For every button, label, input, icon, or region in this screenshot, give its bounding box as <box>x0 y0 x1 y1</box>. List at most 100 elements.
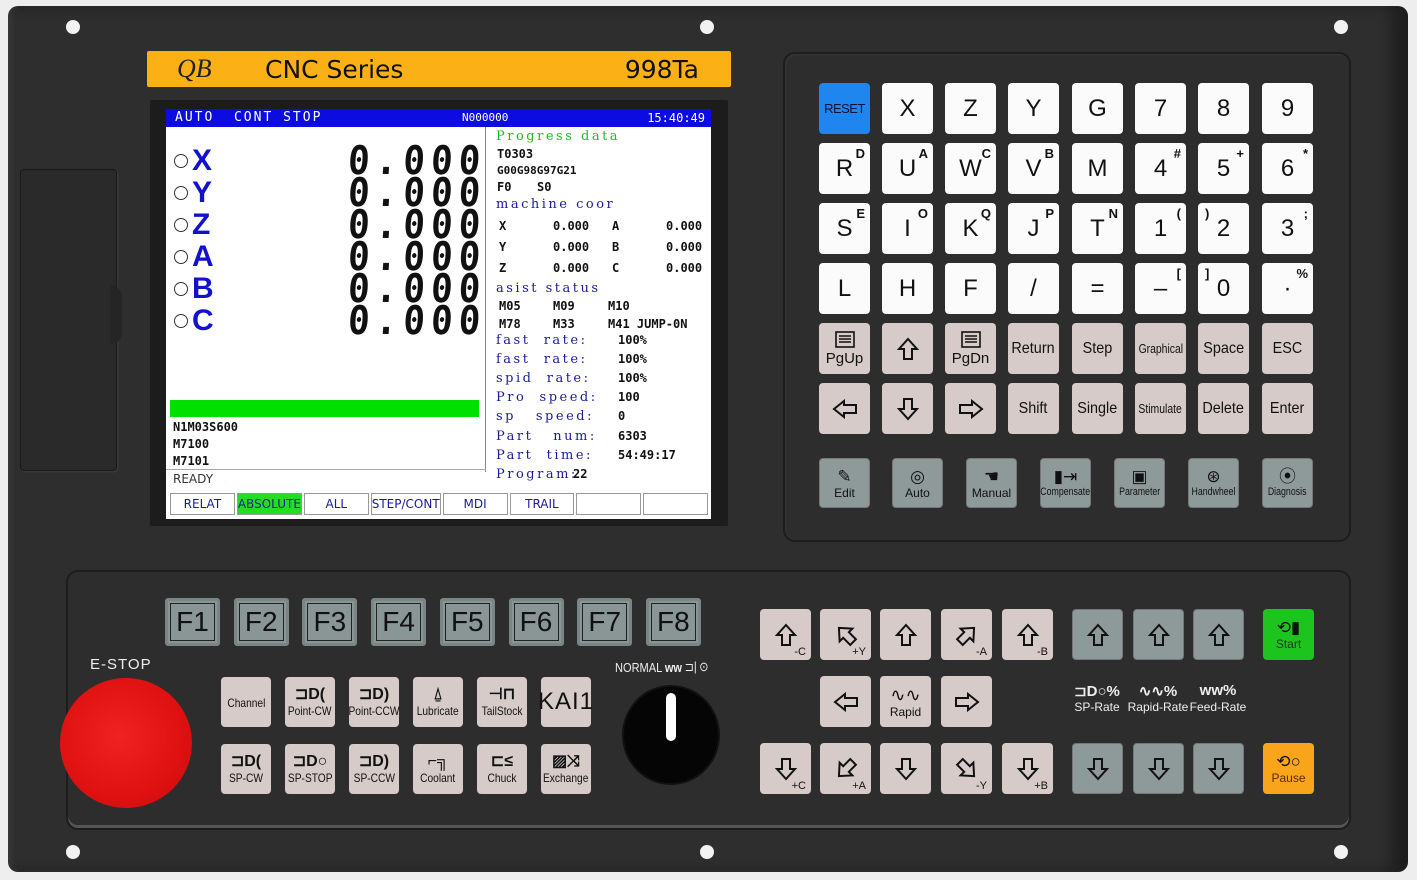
softkey-absolute[interactable]: ABSOLUTE <box>236 493 302 515</box>
rate-down-rapid-rate[interactable] <box>1133 743 1184 794</box>
rate-up-rapid-rate[interactable] <box>1133 609 1184 660</box>
key-return[interactable]: Return <box>1008 323 1059 374</box>
jog-up-y[interactable]: +Y <box>820 609 871 660</box>
key-sym[interactable]: ·% <box>1262 263 1313 314</box>
jog-down-y[interactable]: -Y <box>941 743 992 794</box>
key-f2[interactable]: F2 <box>233 598 289 646</box>
cycle-pause-button[interactable]: ⟲○ Pause <box>1263 743 1314 794</box>
key-sp-cw[interactable]: ⊐D(SP-CW <box>221 744 271 794</box>
key-r[interactable]: RD <box>819 143 870 194</box>
key-j[interactable]: JP <box>1008 203 1059 254</box>
key-4[interactable]: 4 # <box>1135 143 1186 194</box>
rate-down-sp-rate[interactable] <box>1072 743 1123 794</box>
key-f5[interactable]: F5 <box>439 598 495 646</box>
softkey-trail[interactable]: TRAIL <box>509 493 575 515</box>
key-f6[interactable]: F6 <box>508 598 564 646</box>
key-graphical[interactable]: Graphical <box>1135 323 1186 374</box>
key-2[interactable]: 2) <box>1198 203 1249 254</box>
key-right-arrow[interactable] <box>945 383 996 434</box>
key-m[interactable]: M <box>1072 143 1123 194</box>
key-f[interactable]: F <box>945 263 996 314</box>
key-point-ccw[interactable]: ⊐D) Point-CCW <box>349 677 400 727</box>
softkey-relat[interactable]: RELAT <box>170 493 235 515</box>
key-6[interactable]: 6 * <box>1262 143 1313 194</box>
jog-right[interactable] <box>941 676 992 727</box>
key-delete[interactable]: Delete <box>1198 383 1249 434</box>
key-pgdn[interactable]: PgDn <box>945 323 996 374</box>
rate-up-feed-rate[interactable] <box>1193 609 1244 660</box>
cycle-start-button[interactable]: ⟲▮ Start <box>1263 609 1314 660</box>
side-usb-cover[interactable] <box>20 169 122 471</box>
jog-down-a[interactable]: +A <box>820 743 871 794</box>
key-8[interactable]: 8 <box>1198 83 1249 134</box>
key-pgup[interactable]: PgUp <box>819 323 870 374</box>
rate-up-sp-rate[interactable] <box>1072 609 1123 660</box>
key-tailstock[interactable]: ⊣⊓ TailStock <box>477 677 527 727</box>
rate-down-feed-rate[interactable] <box>1193 743 1244 794</box>
key-coolant[interactable]: ⌐╗ Coolant <box>413 744 463 794</box>
key-f7[interactable]: F7 <box>577 598 633 646</box>
key-left-arrow[interactable] <box>819 383 870 434</box>
reset-button[interactable]: RESET <box>819 83 870 134</box>
key-chuck[interactable]: ⊏≤ Chuck <box>477 744 527 794</box>
key-0[interactable]: 0] <box>1198 263 1249 314</box>
mode-diagnosis[interactable]: ⦿ Diagnosis <box>1262 458 1313 508</box>
mode-auto[interactable]: ◎ Auto <box>892 458 943 508</box>
key-f1[interactable]: F1 <box>165 598 220 646</box>
key-w[interactable]: WC <box>945 143 996 194</box>
key-channel[interactable]: Channel <box>221 677 271 727</box>
rapid-button[interactable]: ∿∿ Rapid <box>880 676 931 727</box>
key-down-arrow[interactable] <box>882 383 933 434</box>
key-sym[interactable]: –[ <box>1135 263 1186 314</box>
key-f3[interactable]: F3 <box>302 598 358 646</box>
key-enter[interactable]: Enter <box>1262 383 1313 434</box>
key-1[interactable]: 1( <box>1135 203 1186 254</box>
key-sym[interactable]: = <box>1072 263 1123 314</box>
key-space[interactable]: Space <box>1198 323 1249 374</box>
key-single[interactable]: Single <box>1072 383 1123 434</box>
key-7[interactable]: 7 <box>1135 83 1186 134</box>
key-g[interactable]: G <box>1072 83 1123 134</box>
jog-up-c[interactable]: -C <box>760 609 811 660</box>
key-3[interactable]: 3; <box>1262 203 1313 254</box>
softkey-all[interactable]: ALL <box>303 493 369 515</box>
emergency-stop-button[interactable] <box>60 678 192 808</box>
key-sp-ccw[interactable]: ⊐D) SP-CCW <box>349 744 399 794</box>
softkey-empty[interactable] <box>643 493 708 515</box>
key-shift[interactable]: Shift <box>1008 383 1059 434</box>
key-x[interactable]: X <box>882 83 933 134</box>
key-f8[interactable]: F8 <box>645 598 701 646</box>
key-u[interactable]: UA <box>882 143 933 194</box>
key-stimulate[interactable]: Stimulate <box>1135 383 1186 434</box>
jog-down-c[interactable]: +C <box>760 743 811 794</box>
key-exchange[interactable]: ▨⤨ Exchange <box>541 744 591 794</box>
mode-manual[interactable]: ☚ Manual <box>966 458 1017 508</box>
key-z[interactable]: Z <box>945 83 996 134</box>
key-esc[interactable]: ESC <box>1262 323 1313 374</box>
key-h[interactable]: H <box>882 263 933 314</box>
key-v[interactable]: VB <box>1008 143 1059 194</box>
key-lubricate[interactable]: ⍙ Lubricate <box>413 677 463 727</box>
key-f4[interactable]: F4 <box>371 598 427 646</box>
key-k[interactable]: KQ <box>945 203 996 254</box>
jog-left[interactable] <box>820 676 871 727</box>
mode-compensate[interactable]: ▮⇥ Compensate <box>1040 458 1091 508</box>
key-point-cw[interactable]: ⊐D(Point-CW <box>285 677 335 727</box>
jog-up-b[interactable]: -B <box>1002 609 1053 660</box>
mode-parameter[interactable]: ▣ Parameter <box>1114 458 1165 508</box>
key-up-arrow[interactable] <box>882 323 933 374</box>
mode-edit[interactable]: ✎ Edit <box>819 458 870 508</box>
key-kai1[interactable]: KAI1 <box>538 677 593 727</box>
key-s[interactable]: SE <box>819 203 870 254</box>
softkey-step-cont[interactable]: STEP/CONT <box>370 493 441 515</box>
jog-down-z[interactable] <box>880 743 931 794</box>
key-9[interactable]: 9 <box>1262 83 1313 134</box>
jog-down-b[interactable]: +B <box>1002 743 1053 794</box>
key-i[interactable]: IO <box>882 203 933 254</box>
softkey-mdi[interactable]: MDI <box>442 493 508 515</box>
jog-up-z[interactable] <box>880 609 931 660</box>
softkey-empty[interactable] <box>576 493 642 515</box>
key-sym[interactable]: / <box>1008 263 1059 314</box>
mode-handwheel[interactable]: ⊛ Handwheel <box>1188 458 1239 508</box>
jog-up-a[interactable]: -A <box>941 609 992 660</box>
